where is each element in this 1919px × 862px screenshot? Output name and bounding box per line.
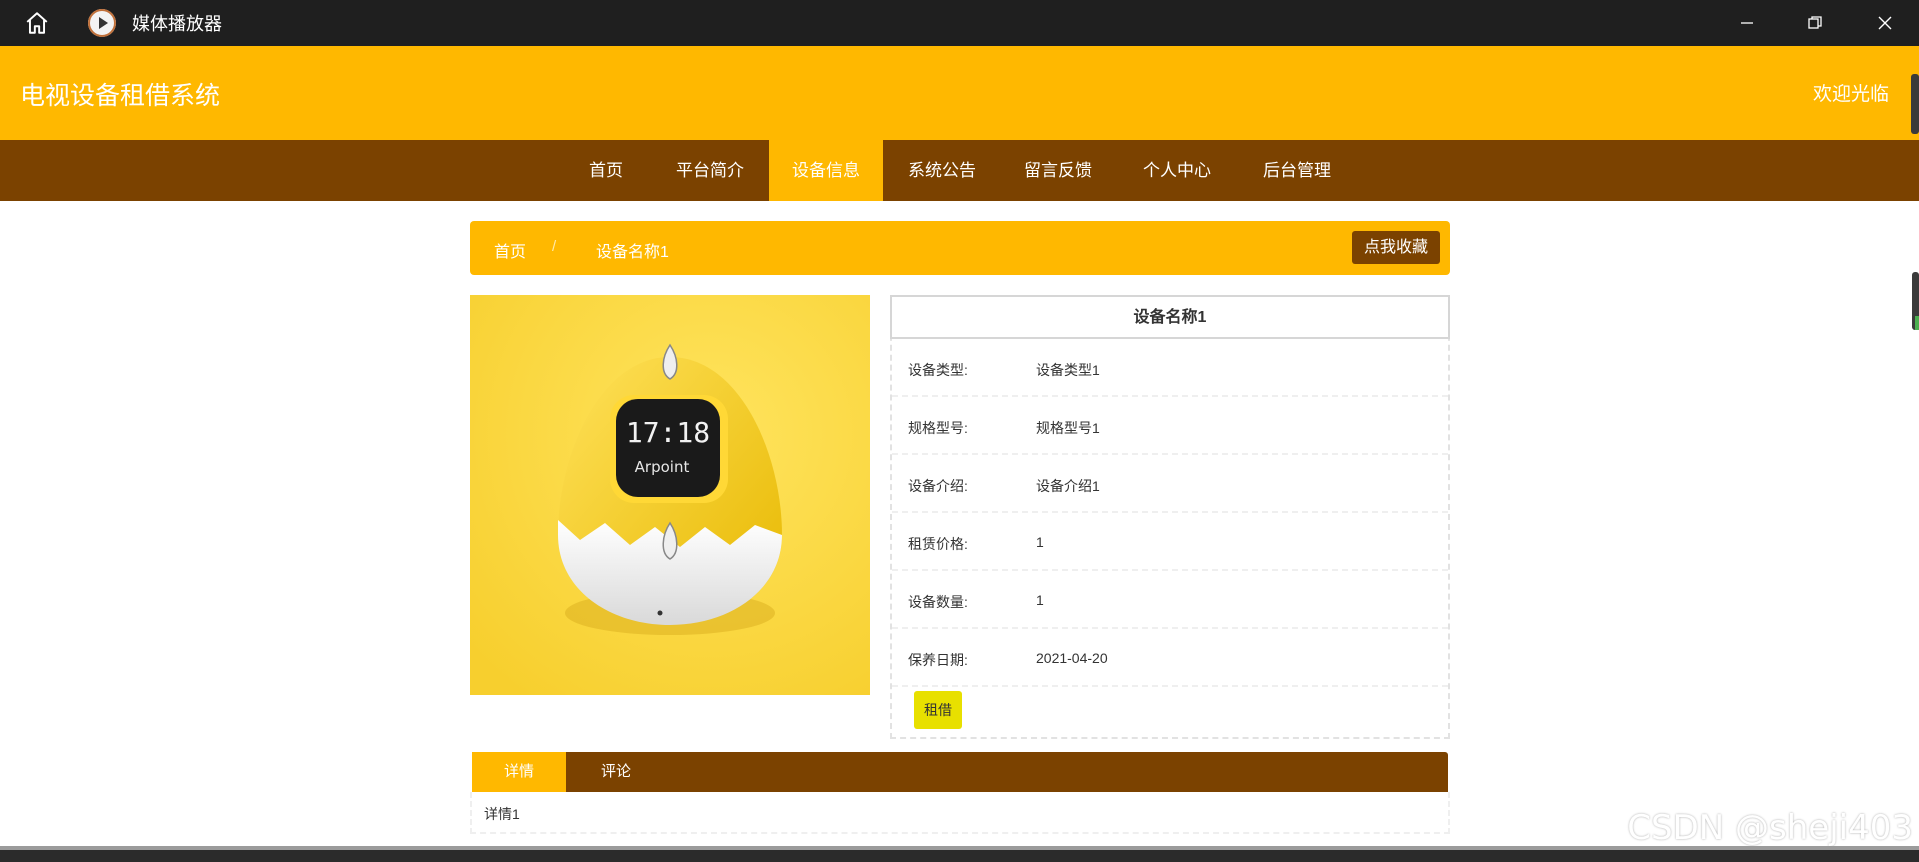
home-icon[interactable] <box>14 0 60 46</box>
site-title: 电视设备租借系统 <box>20 82 221 110</box>
info-value: 1 <box>1036 592 1044 608</box>
info-value: 设备介绍1 <box>1036 478 1100 494</box>
tab-content: 详情1 <box>470 792 1450 834</box>
detail-tabs: 详情 评论 <box>472 752 1448 792</box>
info-label: 租赁价格: <box>908 536 968 552</box>
clock-time: 17:18 <box>626 416 710 449</box>
app-title: 媒体播放器 <box>132 14 222 34</box>
vertical-scrollbar[interactable] <box>1912 272 1919 330</box>
tab-comments[interactable]: 评论 <box>566 752 666 792</box>
info-row-price: 租赁价格: 1 <box>892 513 1448 571</box>
nav-home[interactable]: 首页 <box>576 140 636 201</box>
watermark: CSDN @sheji403 <box>1627 808 1913 848</box>
bottom-strip <box>0 846 1919 862</box>
nav-devices[interactable]: 设备信息 <box>769 140 883 201</box>
nav-about[interactable]: 平台简介 <box>666 140 754 201</box>
info-row-maintenance-date: 保养日期: 2021-04-20 <box>892 629 1448 687</box>
info-row-description: 设备介绍: 设备介绍1 <box>892 455 1448 513</box>
nav-admin[interactable]: 后台管理 <box>1253 140 1341 201</box>
info-value: 设备类型1 <box>1036 362 1100 378</box>
info-value: 2021-04-20 <box>1036 650 1108 666</box>
close-button[interactable] <box>1851 0 1919 46</box>
egg-clock-illustration: 17:18 Arpoint <box>470 295 870 695</box>
nav-announcements[interactable]: 系统公告 <box>898 140 986 201</box>
breadcrumb-home[interactable]: 首页 <box>494 238 526 262</box>
breadcrumb-current: 设备名称1 <box>596 244 669 261</box>
breadcrumb-separator: / <box>552 238 557 255</box>
tab-details[interactable]: 详情 <box>472 752 566 792</box>
info-row-model: 规格型号: 规格型号1 <box>892 397 1448 455</box>
details-text: 详情1 <box>484 806 520 822</box>
media-player-icon <box>88 9 116 37</box>
breadcrumb: 首页 / 设备名称1 点我收藏 <box>470 221 1450 275</box>
info-label: 规格型号: <box>908 420 968 436</box>
nav-personal-center[interactable]: 个人中心 <box>1133 140 1221 201</box>
minimize-button[interactable] <box>1713 0 1781 46</box>
info-row-type: 设备类型: 设备类型1 <box>892 339 1448 397</box>
clock-brand: Arpoint <box>635 458 690 476</box>
info-row-quantity: 设备数量: 1 <box>892 571 1448 629</box>
rent-button[interactable]: 租借 <box>914 691 962 729</box>
scrollbar-thumb[interactable] <box>1911 74 1919 134</box>
main-nav: 首页 平台简介 设备信息 系统公告 留言反馈 个人中心 后台管理 <box>0 140 1919 201</box>
product-name: 设备名称1 <box>890 295 1450 339</box>
nav-feedback[interactable]: 留言反馈 <box>1014 140 1102 201</box>
restore-button[interactable] <box>1781 0 1849 46</box>
product-image: 17:18 Arpoint <box>470 295 870 695</box>
welcome-text: 欢迎光临 <box>1812 84 1889 105</box>
info-label: 设备类型: <box>908 362 968 378</box>
window-titlebar: 媒体播放器 <box>0 0 1919 46</box>
favorite-button[interactable]: 点我收藏 <box>1352 231 1440 264</box>
info-value: 规格型号1 <box>1036 420 1100 436</box>
info-label: 保养日期: <box>908 652 968 668</box>
info-value: 1 <box>1036 534 1044 550</box>
info-label: 设备介绍: <box>908 478 968 494</box>
site-header: 电视设备租借系统 欢迎光临 <box>0 46 1919 140</box>
product-info-panel: 设备名称1 设备类型: 设备类型1 规格型号: 规格型号1 设备介绍: 设备介绍… <box>890 295 1450 739</box>
info-label: 设备数量: <box>908 594 968 610</box>
